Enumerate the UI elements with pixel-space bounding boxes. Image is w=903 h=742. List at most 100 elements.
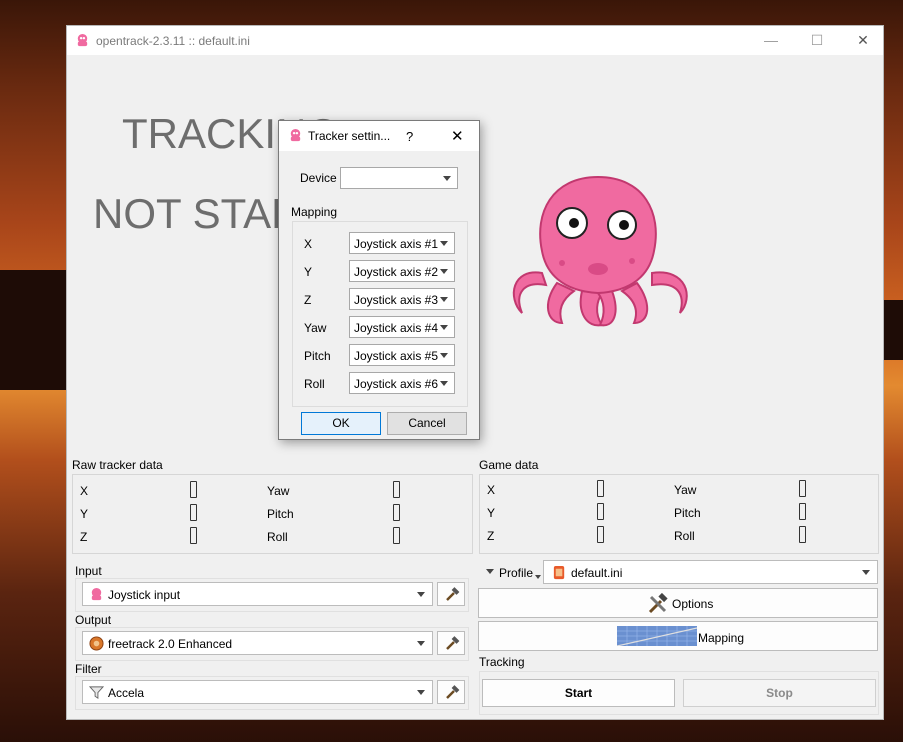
- profile-file-icon: [553, 565, 565, 580]
- profile-label[interactable]: Profile: [499, 566, 533, 580]
- funnel-icon: [89, 686, 104, 700]
- raw-pitch-value: [393, 504, 400, 521]
- raw-data-title: Raw tracker data: [72, 458, 163, 472]
- axis-combo-y[interactable]: Joystick axis #2: [349, 260, 455, 282]
- axis-combo-z[interactable]: Joystick axis #3: [349, 288, 455, 310]
- freetrack-icon: [89, 636, 104, 651]
- tracker-settings-dialog: Tracker settin... ? ✕ Device Mapping X J…: [278, 120, 480, 440]
- tracking-label: Tracking: [479, 655, 525, 669]
- dialog-title: Tracker settin...: [308, 129, 391, 143]
- stop-button[interactable]: Stop: [683, 679, 876, 707]
- filter-settings-button[interactable]: [437, 680, 465, 704]
- profile-submenu-icon[interactable]: [535, 575, 541, 579]
- raw-pitch-label: Pitch: [267, 507, 294, 521]
- octopus-icon: [91, 587, 102, 601]
- axis-value-pitch: Joystick axis #5: [354, 349, 439, 363]
- game-roll-value: [799, 526, 806, 543]
- game-roll-label: Roll: [674, 529, 695, 543]
- profile-value: default.ini: [571, 566, 623, 580]
- game-yaw-label: Yaw: [674, 483, 697, 497]
- raw-yaw-label: Yaw: [267, 484, 290, 498]
- axis-value-x: Joystick axis #1: [354, 237, 439, 251]
- options-label: Options: [672, 597, 714, 611]
- output-label: Output: [75, 613, 112, 627]
- chevron-down-icon: [417, 690, 425, 695]
- game-pitch-label: Pitch: [674, 506, 701, 520]
- raw-y-value: [190, 504, 197, 521]
- options-button[interactable]: Options: [478, 588, 878, 618]
- background-silhouette: [884, 300, 903, 360]
- axis-label-roll: Roll: [304, 377, 325, 391]
- game-y-label: Y: [487, 506, 496, 520]
- input-combo[interactable]: Joystick input: [82, 582, 433, 606]
- axis-combo-roll[interactable]: Joystick axis #6: [349, 372, 455, 394]
- chevron-down-icon: [440, 269, 448, 274]
- raw-roll-value: [393, 527, 400, 544]
- input-value: Joystick input: [108, 588, 181, 602]
- axis-value-roll: Joystick axis #6: [354, 377, 439, 391]
- maximize-button[interactable]: ☐: [794, 26, 840, 55]
- chevron-down-icon: [417, 592, 425, 597]
- filter-label: Filter: [75, 662, 102, 676]
- close-button[interactable]: ✕: [840, 26, 886, 55]
- axis-label-y: Y: [304, 265, 313, 279]
- axis-value-yaw: Joystick axis #4: [354, 321, 439, 335]
- window-title: opentrack-2.3.11 :: default.ini: [96, 34, 250, 48]
- chevron-down-icon: [440, 381, 448, 386]
- game-pitch-value: [799, 503, 806, 520]
- device-combo[interactable]: [340, 167, 458, 189]
- octopus-app-icon: [77, 33, 88, 47]
- game-x-value: [597, 480, 604, 497]
- profile-menu-arrow-icon[interactable]: [486, 569, 494, 574]
- axis-label-z: Z: [304, 293, 312, 307]
- cancel-button[interactable]: Cancel: [387, 412, 467, 435]
- output-combo[interactable]: freetrack 2.0 Enhanced: [82, 631, 433, 655]
- hammer-icon: [446, 636, 460, 650]
- axis-combo-x[interactable]: Joystick axis #1: [349, 232, 455, 254]
- input-label: Input: [75, 564, 102, 578]
- dialog-close-button[interactable]: ✕: [451, 127, 464, 145]
- device-label: Device: [300, 171, 337, 185]
- axis-value-z: Joystick axis #3: [354, 293, 439, 307]
- game-data-title: Game data: [479, 458, 539, 472]
- axis-combo-pitch[interactable]: Joystick axis #5: [349, 344, 455, 366]
- chevron-down-icon: [440, 325, 448, 330]
- raw-z-value: [190, 527, 197, 544]
- mapping-button[interactable]: Mapping: [478, 621, 878, 651]
- raw-x-value: [190, 481, 197, 498]
- chevron-down-icon: [443, 176, 451, 181]
- profile-combo[interactable]: default.ini: [543, 560, 878, 584]
- filter-value: Accela: [108, 686, 145, 700]
- output-value: freetrack 2.0 Enhanced: [108, 637, 233, 651]
- chevron-down-icon: [440, 241, 448, 246]
- raw-z-label: Z: [80, 530, 88, 544]
- axis-label-yaw: Yaw: [304, 321, 327, 335]
- axis-value-y: Joystick axis #2: [354, 265, 439, 279]
- raw-x-label: X: [80, 484, 89, 498]
- ok-button[interactable]: OK: [301, 412, 381, 435]
- hammer-icon: [446, 685, 460, 699]
- mapping-group: X Joystick axis #1 Y Joystick axis #2 Z …: [292, 221, 468, 407]
- octopus-logo: [512, 175, 688, 327]
- game-y-value: [597, 503, 604, 520]
- help-button[interactable]: ?: [406, 129, 413, 144]
- output-settings-button[interactable]: [437, 631, 465, 655]
- game-data-group: X Y Z Yaw Pitch Roll: [479, 474, 879, 554]
- title-bar: opentrack-2.3.11 :: default.ini — ☐ ✕: [67, 26, 883, 55]
- background-silhouette: [0, 270, 70, 390]
- game-z-value: [597, 526, 604, 543]
- input-settings-button[interactable]: [437, 582, 465, 606]
- chevron-down-icon: [862, 570, 870, 575]
- raw-y-label: Y: [80, 507, 89, 521]
- minimize-button[interactable]: —: [748, 26, 794, 55]
- mapping-section-label: Mapping: [291, 205, 338, 219]
- game-x-label: X: [487, 483, 496, 497]
- start-button[interactable]: Start: [482, 679, 675, 707]
- filter-combo[interactable]: Accela: [82, 680, 433, 704]
- axis-label-pitch: Pitch: [304, 349, 331, 363]
- octopus-app-icon: [290, 128, 301, 142]
- chevron-down-icon: [440, 297, 448, 302]
- chevron-down-icon: [440, 353, 448, 358]
- axis-combo-yaw[interactable]: Joystick axis #4: [349, 316, 455, 338]
- dialog-title-bar: Tracker settin... ? ✕: [279, 121, 479, 151]
